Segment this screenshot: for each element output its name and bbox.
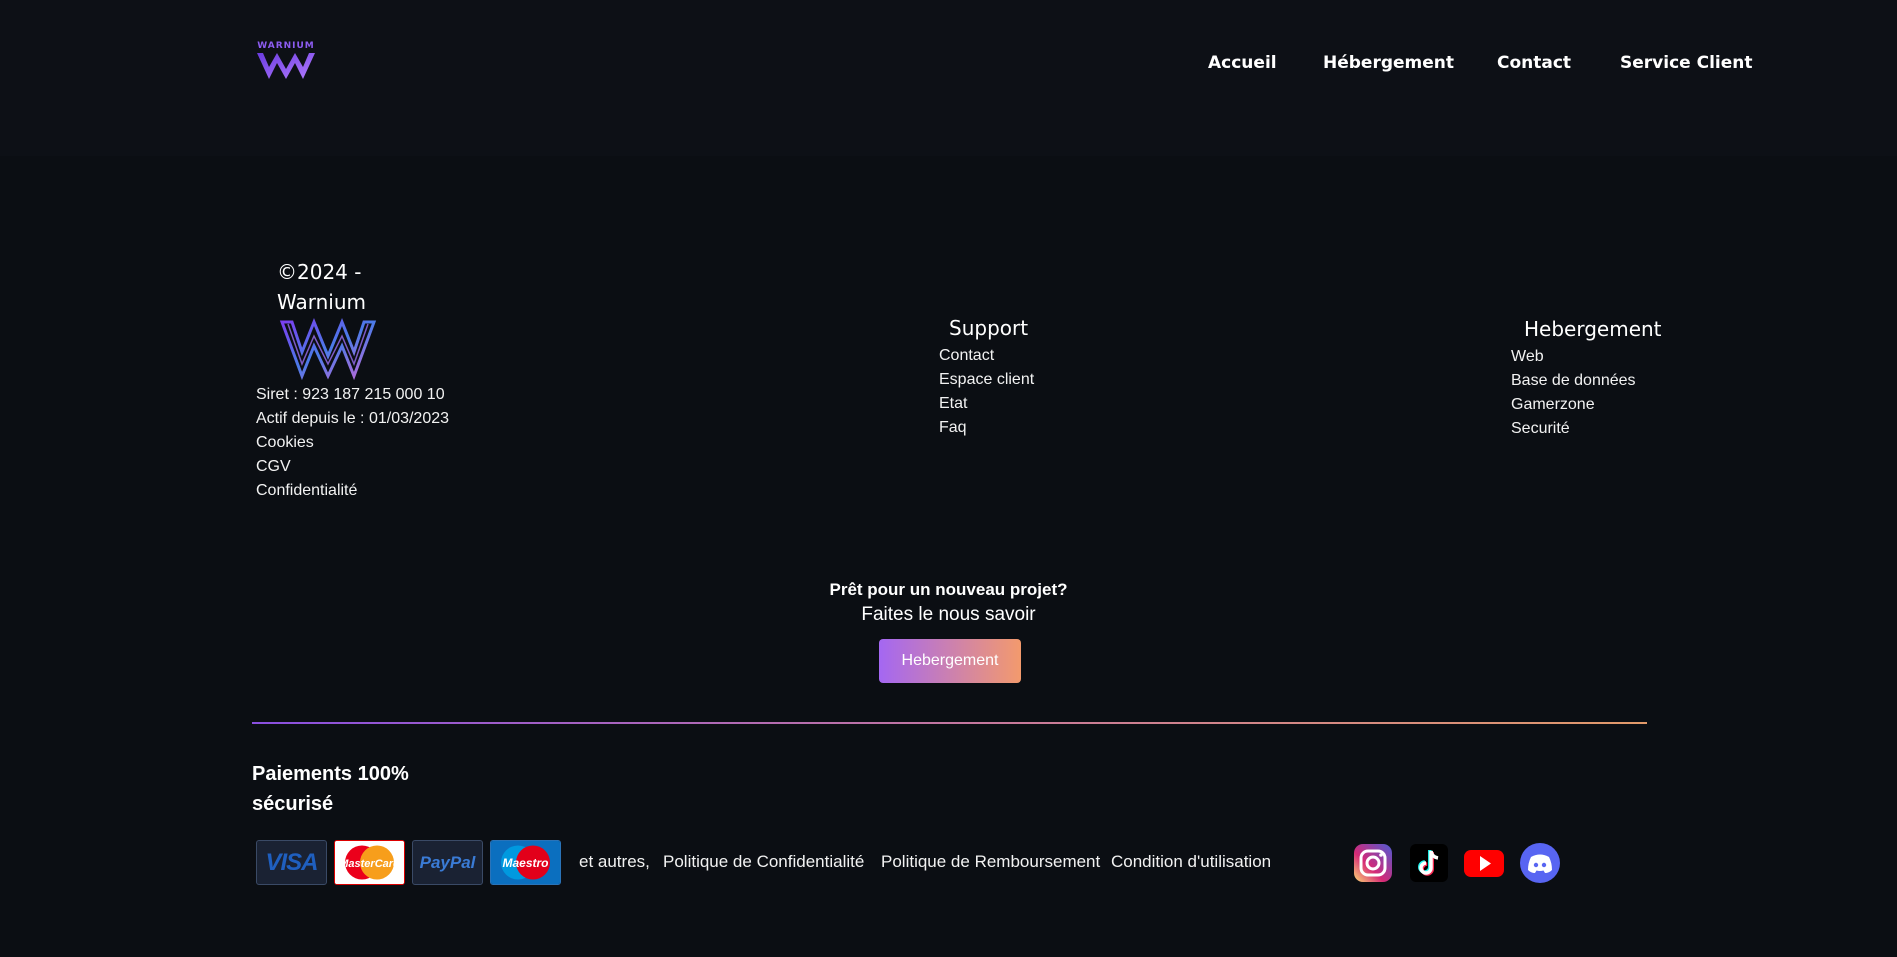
support-title: Support: [949, 316, 1029, 340]
hebergement-title: Hebergement: [1524, 317, 1662, 341]
cta-question: Prêt pour un nouveau projet?: [829, 580, 1068, 599]
mastercard-label: MasterCard: [339, 858, 400, 870]
support-espace-client-link[interactable]: Espace client: [939, 368, 1034, 392]
paypal-icon: PayPal: [412, 840, 483, 885]
top-navbar: WARNIUM Accueil Hébergement Contact Serv…: [0, 0, 1897, 156]
payments-title: Paiements 100% sécurisé: [252, 763, 409, 815]
discord-icon[interactable]: [1520, 843, 1560, 883]
visa-label: VISA: [265, 848, 318, 876]
nav-hebergement[interactable]: Hébergement: [1323, 53, 1454, 73]
page: WARNIUM Accueil Hébergement Contact Serv…: [0, 0, 1897, 957]
support-faq-link[interactable]: Faq: [939, 416, 1034, 440]
nav-service-client[interactable]: Service Client: [1620, 53, 1752, 73]
instagram-icon[interactable]: [1353, 843, 1393, 883]
maestro-logo-icon: Maestro: [491, 841, 560, 884]
et-autres-text: et autres,: [579, 852, 650, 871]
politique-remboursement-link[interactable]: Politique de Remboursement: [881, 852, 1100, 872]
cta-subtitle: Faites le nous savoir: [861, 604, 1036, 625]
maestro-label: Maestro: [502, 856, 548, 870]
politique-confidentialite-link[interactable]: Politique de Confidentialité: [663, 852, 864, 872]
support-list: Contact Espace client Etat Faq: [939, 344, 1034, 440]
legal-list: Siret : 923 187 215 000 10 Actif depuis …: [256, 383, 449, 503]
logo[interactable]: WARNIUM: [253, 41, 319, 81]
nav-contact[interactable]: Contact: [1497, 53, 1571, 73]
tiktok-icon[interactable]: [1409, 843, 1449, 883]
mastercard-logo-icon: MasterCard: [335, 841, 404, 884]
support-etat-link[interactable]: Etat: [939, 392, 1034, 416]
logo-w-icon: [257, 53, 315, 79]
gradient-divider: [252, 722, 1647, 724]
visa-card-icon: VISA: [256, 840, 327, 885]
hebergement-web-link[interactable]: Web: [1511, 345, 1636, 369]
hebergement-list: Web Base de données Gamerzone Securité: [1511, 345, 1636, 441]
confidentialite-link[interactable]: Confidentialité: [256, 479, 449, 503]
active-since-text: Actif depuis le : 01/03/2023: [256, 410, 450, 427]
cookies-link[interactable]: Cookies: [256, 431, 449, 455]
hebergement-database-link[interactable]: Base de données: [1511, 369, 1636, 393]
hebergement-securite-link[interactable]: Securité: [1511, 417, 1636, 441]
cgv-link[interactable]: CGV: [256, 455, 449, 479]
support-contact-link[interactable]: Contact: [939, 344, 1034, 368]
maestro-icon: Maestro: [490, 840, 561, 885]
siret-text: Siret : 923 187 215 000 10: [256, 386, 445, 403]
nav-accueil[interactable]: Accueil: [1208, 53, 1277, 73]
hebergement-gamerzone-link[interactable]: Gamerzone: [1511, 393, 1636, 417]
condition-utilisation-link[interactable]: Condition d'utilisation: [1111, 852, 1271, 872]
copyright-text: ©2024 - Warnium: [277, 260, 367, 314]
paypal-label: PayPal: [419, 852, 476, 872]
footer-logo: [278, 318, 378, 381]
hebergement-cta-button[interactable]: Hebergement: [879, 639, 1021, 683]
youtube-icon[interactable]: [1464, 843, 1504, 883]
mastercard-icon: MasterCard: [334, 840, 405, 885]
logo-w-large-icon: [279, 318, 377, 381]
